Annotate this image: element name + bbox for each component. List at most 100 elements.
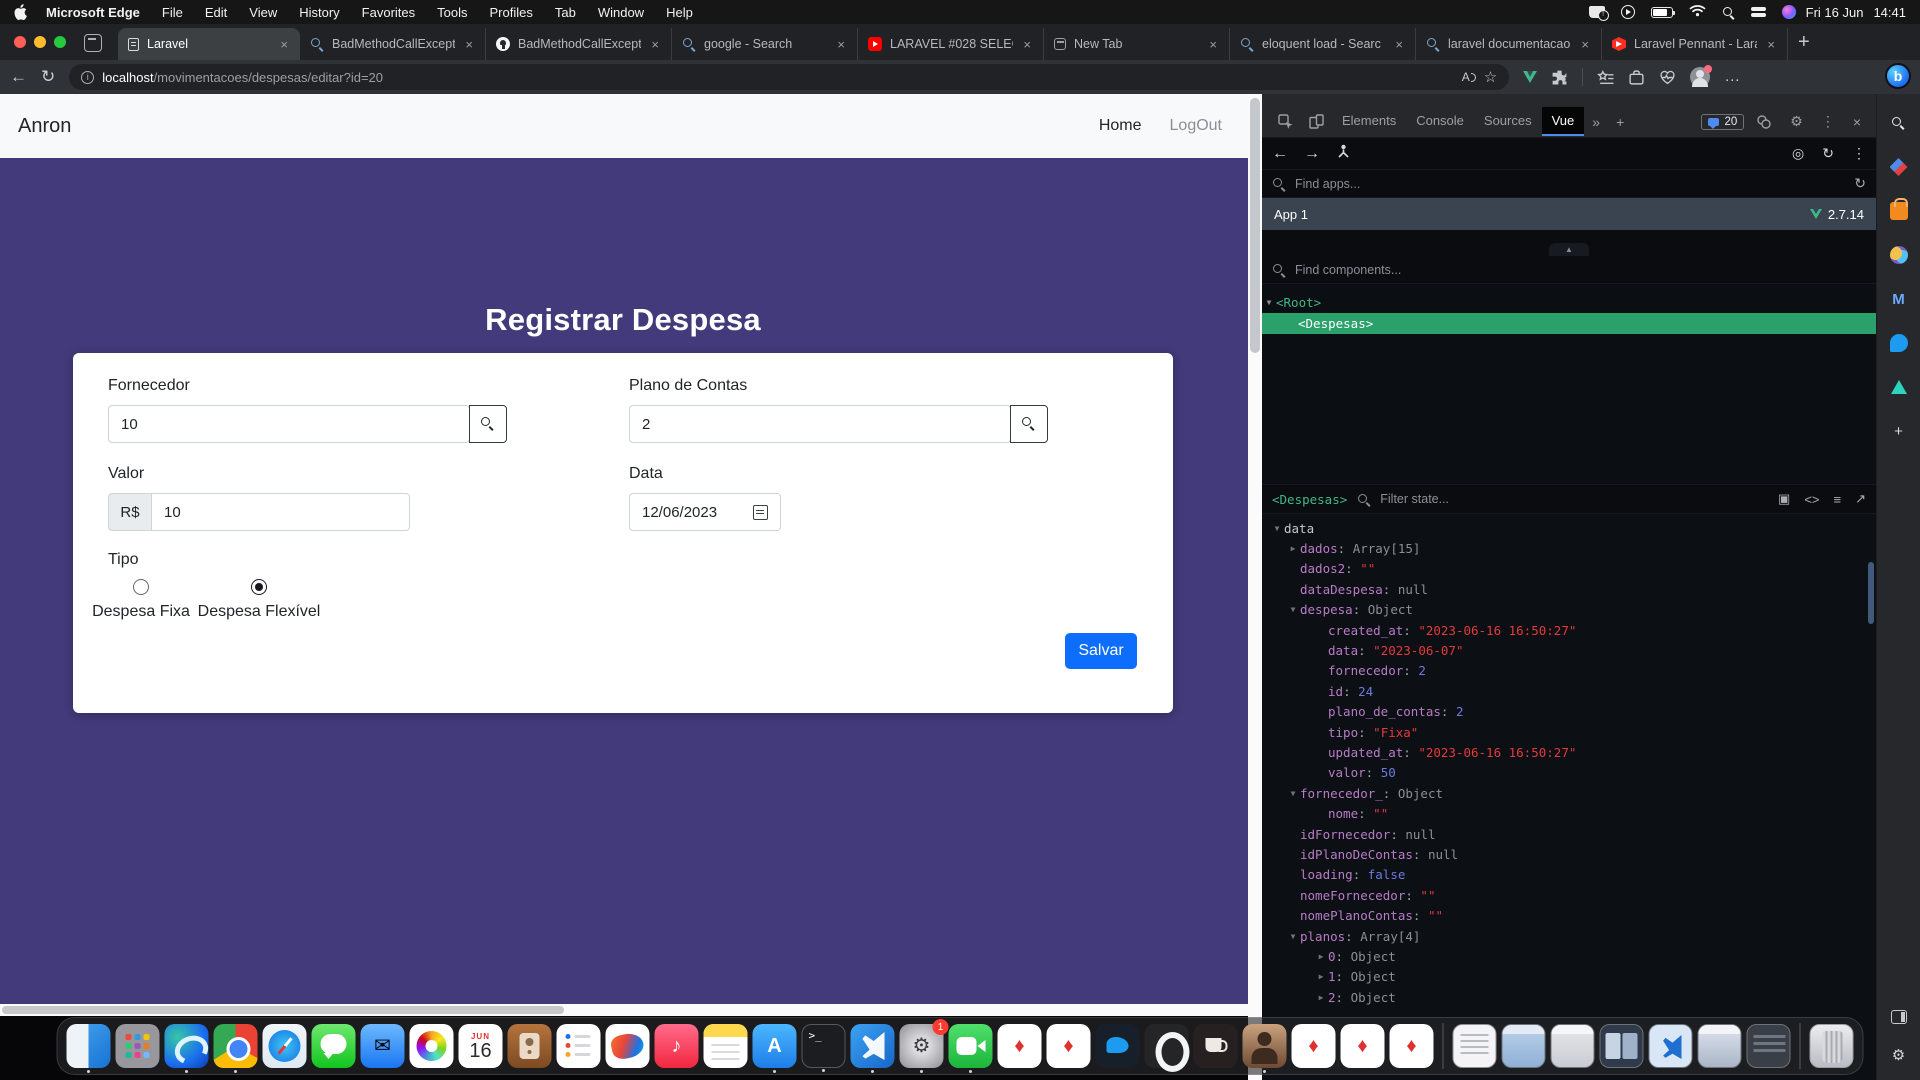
vue-devtools-extension-icon[interactable] [1523,71,1537,83]
plano-search-button[interactable] [1010,405,1048,443]
new-tab-button[interactable]: + [1798,31,1810,54]
collapse-apps-icon[interactable]: ▲ [1549,243,1589,256]
vue-back-icon[interactable]: ← [1272,145,1288,163]
find-apps-input[interactable]: Find apps... [1295,177,1360,191]
plano-input[interactable]: 2 [629,405,1011,443]
dock-item[interactable] [1453,1024,1497,1068]
dock-item[interactable] [1747,1024,1791,1068]
dock-item[interactable] [1698,1024,1742,1068]
expand-caret-icon[interactable]: ▼ [1262,298,1276,307]
dock-item[interactable] [1243,1024,1287,1068]
browser-tab[interactable]: New Tab × [1044,28,1230,60]
tab-close-icon[interactable]: × [1207,37,1219,52]
dock-item[interactable] [165,1024,209,1068]
state-row[interactable]: valor : 50 [1262,763,1876,783]
dock-item[interactable]: ⚙ 1 [900,1024,944,1068]
state-row[interactable]: ▼ planos : Array[4] [1262,926,1876,946]
sidebar-tag-icon[interactable] [1888,156,1910,178]
state-row[interactable]: ▼ despesa : Object [1262,600,1876,620]
nav-logout-link[interactable]: LogOut [1170,117,1222,135]
radio-despesa-fixa[interactable] [133,579,149,595]
state-row[interactable]: dataDespesa : null [1262,579,1876,599]
menubar-menu-item[interactable]: Edit [205,5,227,20]
site-brand[interactable]: Anron [18,115,71,138]
dock-item[interactable]: JUN 16 [459,1024,503,1068]
dock-item[interactable] [1649,1024,1693,1068]
dock-item[interactable] [410,1024,454,1068]
state-row[interactable]: updated_at : "2023-06-16 16:50:27" [1262,742,1876,762]
dock-item[interactable] [949,1024,993,1068]
tab-close-icon[interactable]: × [278,37,290,52]
dock-item[interactable]: ♦ [998,1024,1042,1068]
open-in-editor-icon[interactable]: ↗ [1855,491,1866,507]
browser-tab[interactable]: LARAVEL #028 SELEC × [858,28,1044,60]
browser-tab[interactable]: laravel documentacao × [1416,28,1602,60]
browser-tab[interactable]: Laravel × [118,28,300,60]
fornecedor-input[interactable]: 10 [108,405,470,443]
tab-close-icon[interactable]: × [1765,37,1777,52]
filter-state-input[interactable]: Filter state... [1380,492,1449,506]
state-row[interactable]: tipo : "Fixa" [1262,722,1876,742]
state-caret-icon[interactable]: ▶ [1314,993,1328,1002]
state-row[interactable]: dados2 : "" [1262,559,1876,579]
vertical-scrollbar[interactable] [1248,94,1262,1080]
vue-forward-icon[interactable]: → [1304,145,1320,163]
browser-tab[interactable]: google - Search × [672,28,858,60]
browser-tab[interactable]: BadMethodCallExcept × [300,28,486,60]
tab-actions-icon[interactable] [84,34,102,52]
browser-tab[interactable]: eloquent load - Searc × [1230,28,1416,60]
state-row[interactable]: nomePlanoContas : "" [1262,905,1876,925]
sidebar-shopping-icon[interactable] [1888,200,1910,222]
state-row[interactable]: ▼ fornecedor_ : Object [1262,783,1876,803]
state-row[interactable]: ▶ 0 : Object [1262,946,1876,966]
menubar-app-name[interactable]: Microsoft Edge [46,5,140,20]
dock-item[interactable] [312,1024,356,1068]
tab-close-icon[interactable]: × [463,37,475,52]
sidebar-settings-icon[interactable]: ⚙ [1888,1044,1910,1066]
browser-tab[interactable]: Laravel Pennant - Lara × [1602,28,1788,60]
component-selected-row[interactable]: <Despesas> [1262,313,1876,334]
dock-item[interactable] [1194,1024,1238,1068]
profile-avatar[interactable] [1690,67,1710,87]
dock-item[interactable]: ♦ [1292,1024,1336,1068]
radio-despesa-flexivel[interactable] [251,579,267,595]
state-row[interactable]: nomeFornecedor : "" [1262,885,1876,905]
favorites-list-icon[interactable] [1597,69,1614,86]
nav-home-link[interactable]: Home [1099,117,1142,135]
dock-item[interactable] [1810,1024,1854,1068]
dock-item[interactable] [1096,1024,1140,1068]
inspect-element-icon[interactable] [1270,106,1301,137]
state-caret-icon[interactable]: ▶ [1286,544,1300,553]
dock-item[interactable] [851,1024,895,1068]
dock-item[interactable]: ♦ [1047,1024,1091,1068]
sidebar-search-icon[interactable] [1888,112,1910,134]
dock-item[interactable]: >_ [802,1024,846,1068]
devtools-close-icon[interactable]: × [1846,114,1868,130]
dock-item[interactable] [263,1024,307,1068]
device-toolbar-icon[interactable] [1301,106,1332,137]
browser-tab[interactable]: BadMethodCallExcept × [486,28,672,60]
tab-close-icon[interactable]: × [649,37,661,52]
state-caret-icon[interactable]: ▼ [1270,524,1284,533]
docker-status-icon[interactable] [1589,6,1605,18]
state-row[interactable]: idPlanoDeContas : null [1262,844,1876,864]
dock-item[interactable]: ♦ [1390,1024,1434,1068]
state-row[interactable]: ▶ 1 : Object [1262,967,1876,987]
favorite-star-icon[interactable]: ☆ [1484,68,1497,86]
menubar-menu-item[interactable]: Help [666,5,693,20]
extensions-puzzle-icon[interactable] [1551,69,1568,86]
browser-essentials-icon[interactable] [1659,69,1676,86]
dock-item[interactable] [704,1024,748,1068]
battery-icon[interactable] [1651,7,1673,18]
sidebar-m-icon[interactable]: M [1888,288,1910,310]
dock-item[interactable] [1600,1024,1644,1068]
dock-item[interactable] [67,1024,111,1068]
calendar-icon[interactable] [753,505,768,520]
state-row[interactable]: loading : false [1262,865,1876,885]
issues-icon[interactable] [1748,114,1779,129]
state-row[interactable]: ▼ data [1262,518,1876,538]
dock-item[interactable] [1443,1023,1444,1069]
dock-item[interactable]: ♪ [655,1024,699,1068]
dock-item[interactable]: ✉ [361,1024,405,1068]
refresh-apps-icon[interactable]: ↻ [1854,175,1866,192]
